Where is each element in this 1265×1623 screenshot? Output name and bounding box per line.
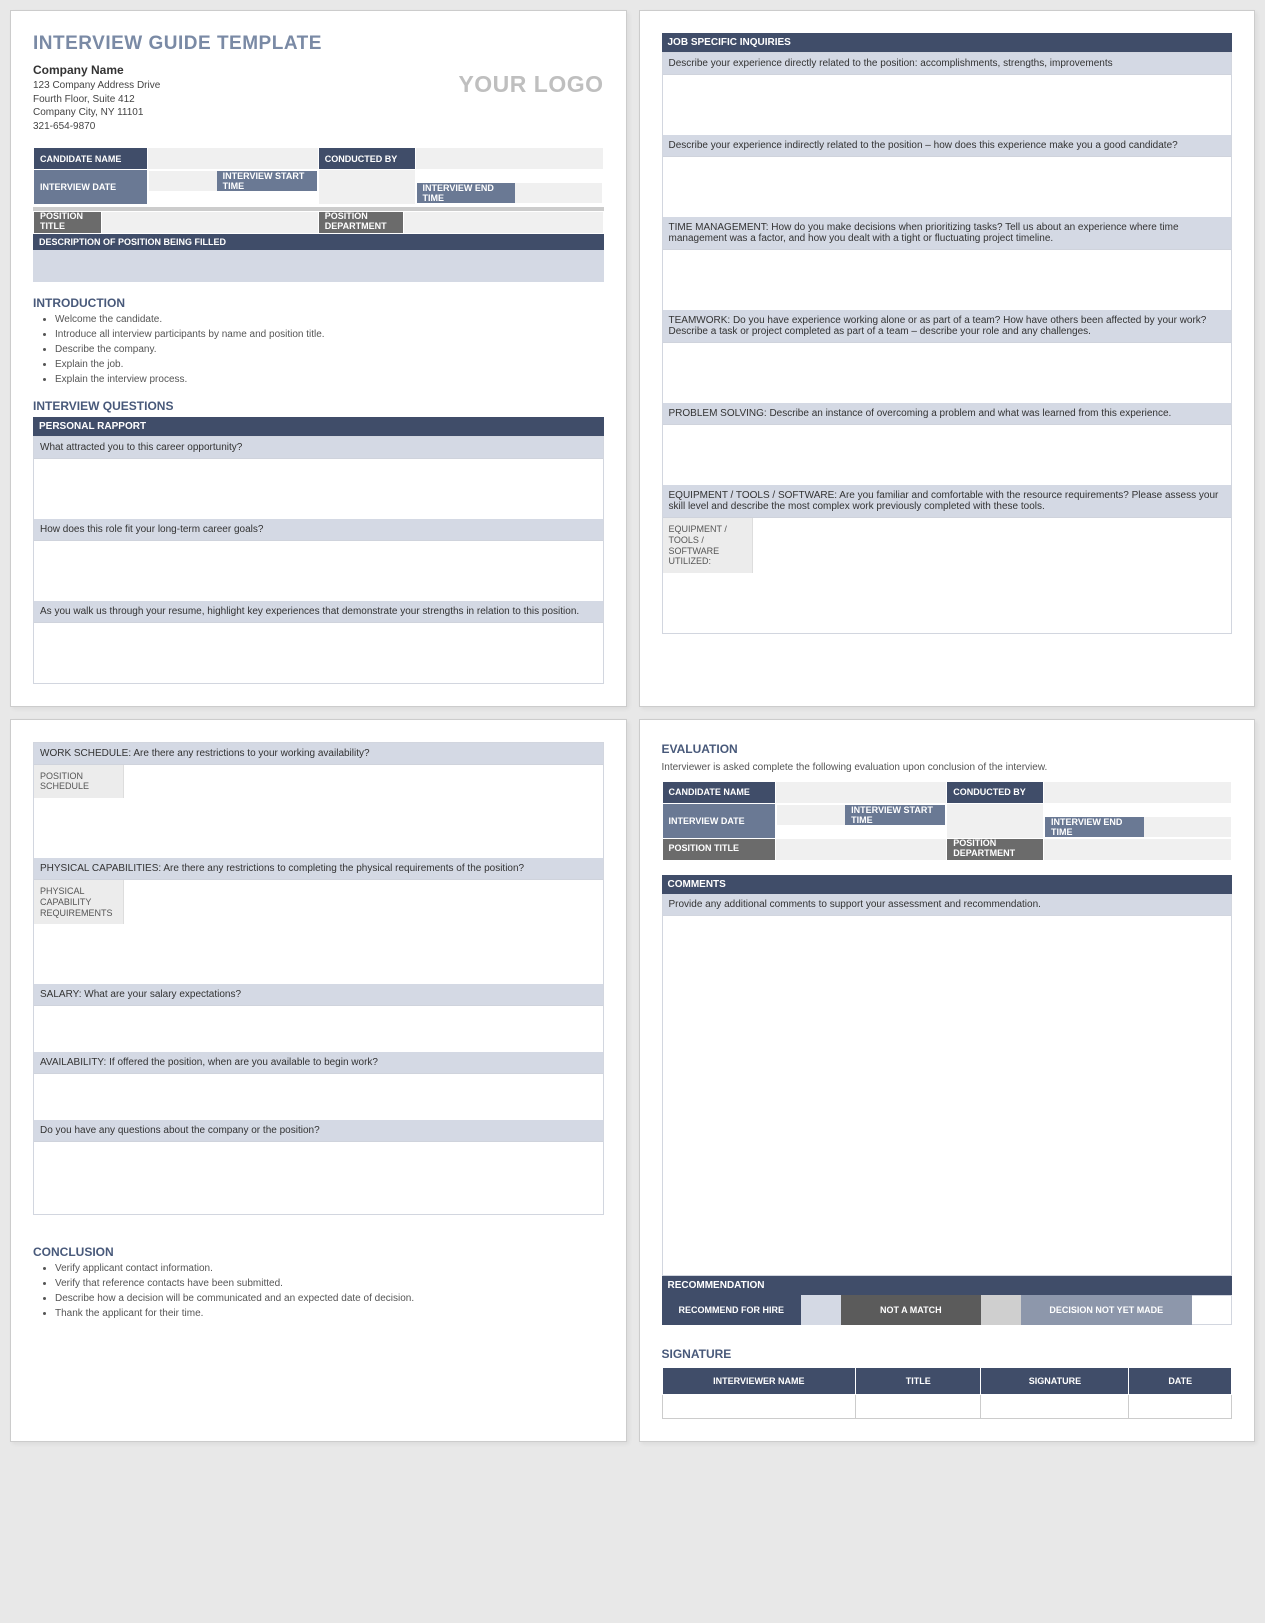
comments-heading: COMMENTS	[662, 875, 1233, 894]
input-start-time[interactable]	[318, 170, 415, 205]
job-q6: EQUIPMENT / TOOLS / SOFTWARE: Are you fa…	[663, 485, 1232, 518]
conclusion-list: Verify applicant contact information. Ve…	[55, 1263, 604, 1319]
rapport-q1: What attracted you to this career opport…	[34, 437, 603, 459]
rec-pending-check[interactable]	[1192, 1295, 1232, 1325]
rapport-a2[interactable]	[34, 541, 603, 601]
phys-cap-input[interactable]	[124, 880, 603, 916]
p3-a4[interactable]	[34, 1074, 603, 1120]
input-position-dept[interactable]	[404, 211, 603, 233]
label-start-time: INTERVIEW START TIME	[217, 171, 317, 191]
label-conducted-by: CONDUCTED BY	[318, 148, 415, 170]
eval-heading: EVALUATION	[662, 742, 1233, 756]
rec-heading: RECOMMENDATION	[662, 1276, 1233, 1295]
p3-q4: AVAILABILITY: If offered the position, w…	[34, 1052, 603, 1074]
phys-cap-label: PHYSICAL CAPABILITY REQUIREMENTS	[34, 880, 124, 924]
equip-label: EQUIPMENT / TOOLS / SOFTWARE UTILIZED:	[663, 518, 753, 573]
rapport-a1[interactable]	[34, 459, 603, 519]
iq-heading: INTERVIEW QUESTIONS	[33, 399, 604, 413]
job-a1[interactable]	[663, 75, 1232, 135]
sig-signature[interactable]	[981, 1394, 1129, 1418]
label-desc-position: DESCRIPTION OF POSITION BEING FILLED	[33, 234, 604, 250]
rec-pending[interactable]: DECISION NOT YET MADE	[1021, 1295, 1192, 1325]
eval-candidate-name[interactable]	[776, 781, 947, 803]
input-desc-position[interactable]	[33, 250, 604, 282]
sig-title[interactable]	[856, 1394, 981, 1418]
job-q5: PROBLEM SOLVING: Describe an instance of…	[663, 403, 1232, 425]
job-a6[interactable]	[663, 573, 1232, 633]
input-candidate-name[interactable]	[147, 148, 318, 170]
rec-hire[interactable]: RECOMMEND FOR HIRE	[662, 1295, 802, 1325]
intro-heading: INTRODUCTION	[33, 296, 604, 310]
pos-sched-label: POSITION SCHEDULE	[34, 765, 124, 799]
p3-q5: Do you have any questions about the comp…	[34, 1120, 603, 1142]
sig-date[interactable]	[1129, 1394, 1232, 1418]
eval-info-table: CANDIDATE NAME CONDUCTED BY INTERVIEW DA…	[662, 781, 1233, 861]
logo-placeholder: YOUR LOGO	[458, 71, 603, 98]
sig-table: INTERVIEWER NAME TITLE SIGNATURE DATE	[662, 1367, 1233, 1419]
intro-list: Welcome the candidate. Introduce all int…	[55, 314, 604, 385]
sig-name[interactable]	[662, 1394, 856, 1418]
job-a5[interactable]	[663, 425, 1232, 485]
eval-start[interactable]	[947, 803, 1044, 838]
job-q3: TIME MANAGEMENT: How do you make decisio…	[663, 217, 1232, 250]
sig-heading: SIGNATURE	[662, 1347, 1233, 1361]
rec-notmatch-check[interactable]	[981, 1295, 1021, 1325]
eval-intro: Interviewer is asked complete the follow…	[662, 762, 1233, 773]
label-end-time: INTERVIEW END TIME	[417, 183, 516, 203]
input-conducted-by[interactable]	[415, 148, 603, 170]
input-position-title[interactable]	[102, 211, 318, 233]
rapport-heading: PERSONAL RAPPORT	[33, 417, 604, 436]
job-heading: JOB SPECIFIC INQUIRIES	[662, 33, 1233, 52]
rapport-a3[interactable]	[34, 623, 603, 683]
page-4: EVALUATION Interviewer is asked complete…	[639, 719, 1256, 1442]
rec-notmatch[interactable]: NOT A MATCH	[841, 1295, 981, 1325]
eval-pos-dept[interactable]	[1044, 838, 1232, 860]
input-end-time[interactable]	[515, 183, 602, 203]
job-q4: TEAMWORK: Do you have experience working…	[663, 310, 1232, 343]
job-q2: Describe your experience indirectly rela…	[663, 135, 1232, 157]
doc-title: INTERVIEW GUIDE TEMPLATE	[33, 33, 604, 55]
page-2: JOB SPECIFIC INQUIRIES Describe your exp…	[639, 10, 1256, 707]
label-position-dept: POSITION DEPARTMENT	[318, 211, 403, 233]
label-interview-date: INTERVIEW DATE	[34, 170, 148, 205]
rapport-q2: How does this role fit your long-term ca…	[34, 519, 603, 541]
p3-a5[interactable]	[34, 1142, 603, 1214]
p3-q1: WORK SCHEDULE: Are there any restriction…	[34, 743, 603, 765]
eval-pos-title[interactable]	[776, 838, 947, 860]
comments-body[interactable]	[662, 916, 1233, 1276]
rec-options: RECOMMEND FOR HIRE NOT A MATCH DECISION …	[662, 1295, 1233, 1325]
candidate-info-table: CANDIDATE NAME CONDUCTED BY INTERVIEW DA…	[33, 147, 604, 205]
p3-q3: SALARY: What are your salary expectation…	[34, 984, 603, 1006]
rec-hire-check[interactable]	[801, 1295, 841, 1325]
input-interview-date[interactable]	[149, 171, 217, 191]
job-a3[interactable]	[663, 250, 1232, 310]
pos-sched-input[interactable]	[124, 765, 603, 793]
label-candidate-name: CANDIDATE NAME	[34, 148, 148, 170]
job-a4[interactable]	[663, 343, 1232, 403]
page-3: WORK SCHEDULE: Are there any restriction…	[10, 719, 627, 1442]
eval-date[interactable]	[777, 805, 845, 825]
label-position-title: POSITION TITLE	[34, 211, 102, 233]
job-q1: Describe your experience directly relate…	[663, 53, 1232, 75]
conclusion-heading: CONCLUSION	[33, 1245, 604, 1259]
eval-end[interactable]	[1144, 817, 1231, 837]
comments-prompt: Provide any additional comments to suppo…	[662, 894, 1233, 916]
p3-a1[interactable]	[34, 798, 603, 858]
eval-conducted-by[interactable]	[1044, 781, 1232, 803]
p3-a2[interactable]	[34, 924, 603, 984]
job-a2[interactable]	[663, 157, 1232, 217]
p3-q2: PHYSICAL CAPABILITIES: Are there any res…	[34, 858, 603, 880]
equip-input[interactable]	[753, 518, 1232, 552]
p3-a3[interactable]	[34, 1006, 603, 1052]
rapport-q3: As you walk us through your resume, high…	[34, 601, 603, 623]
page-1: INTERVIEW GUIDE TEMPLATE YOUR LOGO Compa…	[10, 10, 627, 707]
